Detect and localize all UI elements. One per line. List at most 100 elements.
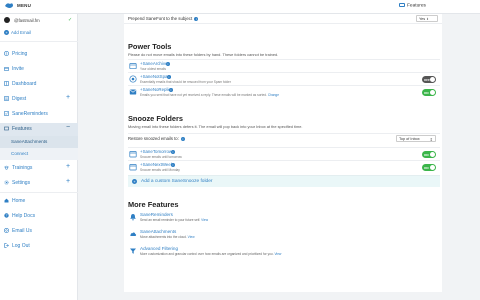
sidebar-item-email-us[interactable]: Email Us	[0, 225, 78, 238]
sanebox-logo-icon[interactable]	[4, 2, 14, 10]
sidebar-subitem-saneattachments[interactable]: SaneAttachments	[0, 136, 78, 148]
folder-description: Snooze emails until tomorrow	[140, 154, 182, 159]
view-link[interactable]: View	[274, 252, 281, 256]
avatar	[4, 17, 10, 23]
noreplies-toggle[interactable]: ON	[422, 89, 436, 96]
sidebar-item-label: Log Out	[12, 243, 30, 249]
sidebar-item-label: Trainings	[12, 165, 33, 171]
filter-icon	[130, 248, 136, 254]
menu-button[interactable]: MENU	[17, 3, 31, 8]
notspam-toggle[interactable]: OFF	[422, 76, 436, 83]
reminders-icon	[130, 214, 136, 221]
trainings-icon	[4, 165, 9, 170]
restore-label: Restore snoozed emails to: i	[128, 136, 185, 141]
invite-icon	[4, 67, 9, 71]
info-icon[interactable]: i	[194, 17, 199, 21]
sidebar-item-log-out[interactable]: Log Out	[0, 240, 78, 253]
sidebar-item-trainings[interactable]: Trainings +	[0, 162, 78, 175]
power-tools-heading: Power Tools	[128, 42, 172, 51]
add-snooze-folder-button[interactable]: + Add a custom SaneSnooze folder	[128, 175, 440, 187]
noreplies-icon	[129, 89, 137, 95]
home-icon	[4, 198, 9, 203]
folder-description: Snooze emails until Monday	[140, 167, 180, 172]
info-icon[interactable]: i	[166, 61, 170, 66]
feature-name-link[interactable]: Advanced Filtering	[140, 246, 178, 251]
features-icon	[4, 126, 9, 131]
snooze-description: Moving email into these folders defers i…	[128, 124, 303, 129]
sidebar-item-pricing[interactable]: $ Pricing	[0, 48, 78, 61]
sidebar-item-home[interactable]: Home	[0, 195, 78, 208]
info-icon[interactable]: i	[169, 87, 173, 92]
more-features-heading: More Features	[128, 200, 179, 209]
account-selector[interactable]: @fastmail.fm ✓	[4, 17, 76, 25]
calendar-icon	[129, 164, 137, 171]
collapse-icon[interactable]: −	[66, 124, 70, 131]
feature-description: Send an email reminder to your future se…	[140, 217, 208, 222]
sidebar-item-features[interactable]: Features −	[0, 123, 78, 136]
account-email: @fastmail.fm	[14, 18, 40, 23]
power-tool-row-archive: +SaneArchive i Your oldest emails	[128, 59, 440, 71]
folder-name: +SaneNextWeek	[140, 162, 173, 167]
add-email-label: Add Email	[11, 30, 32, 35]
expand-icon[interactable]: +	[66, 163, 70, 170]
restore-setting-row: Restore snoozed emails to: i Top of Inbo…	[128, 133, 440, 142]
add-snooze-folder-label: Add a custom SaneSnooze folder	[141, 179, 213, 184]
sidebar-item-label: Dashboard	[12, 81, 37, 87]
notspam-icon	[129, 75, 137, 83]
power-tools-description: Please do not move emails into these fol…	[128, 52, 279, 57]
pricing-icon: $	[4, 51, 9, 56]
sidebar-item-invite[interactable]: Invite	[0, 63, 78, 76]
info-icon[interactable]: i	[180, 137, 185, 141]
sidebar-item-dashboard[interactable]: Dashboard	[0, 78, 78, 91]
feature-description: More customization and granular control …	[140, 251, 282, 256]
tomorrow-toggle[interactable]: ON	[422, 151, 436, 158]
archive-icon	[129, 63, 137, 70]
nextweek-toggle[interactable]: ON	[422, 164, 436, 171]
sidebar-item-label: Help Docs	[12, 213, 36, 219]
sidebar-subitem-label: SaneAttachments	[11, 139, 48, 144]
sidebar-item-label: Digest	[12, 96, 27, 102]
calendar-icon	[129, 151, 137, 158]
plus-icon: +	[132, 179, 137, 184]
main-panel: Prepend SaneFont to the subject i Yes ⇕ …	[124, 14, 442, 292]
chevron-down-icon: ⇕	[429, 136, 433, 142]
sidebar-item-label: Pricing	[12, 51, 28, 57]
folder-name: +SaneArchive	[140, 61, 168, 66]
feature-name-link[interactable]: SaneAttachments	[140, 229, 176, 234]
divider	[0, 192, 78, 193]
logout-icon	[4, 243, 9, 248]
add-email-link[interactable]: + Add Email	[4, 30, 31, 35]
sidebar-item-sanereminders[interactable]: SaneReminders	[0, 108, 78, 121]
email-icon	[4, 228, 9, 233]
sidebar-item-digest[interactable]: Digest +	[0, 93, 78, 106]
feature-item-saneattachments: SaneAttachments Move attachments into th…	[128, 228, 440, 242]
features-tab[interactable]: Features	[399, 3, 426, 9]
power-tool-row-noreplies: +SaneNoReplies i Emails you sent that ha…	[128, 85, 440, 97]
info-icon[interactable]: i	[167, 74, 171, 79]
dashboard-icon	[4, 81, 9, 86]
help-icon: ?	[4, 213, 9, 218]
info-icon[interactable]: i	[171, 162, 175, 167]
feature-name-link[interactable]: SaneReminders	[140, 212, 173, 217]
change-link[interactable]: Change	[268, 93, 279, 97]
view-link[interactable]: View	[201, 218, 208, 222]
feature-description: Move attachments into the cloud. View	[140, 234, 195, 239]
features-tab-label: Features	[407, 3, 426, 9]
svg-text:$: $	[6, 52, 8, 56]
restore-select[interactable]: Top of Inbox ⇕	[396, 135, 436, 142]
sidebar-subitem-connect[interactable]: Connect	[0, 148, 78, 160]
info-icon[interactable]: i	[171, 149, 175, 154]
sidebar-item-settings[interactable]: Settings +	[0, 177, 78, 190]
feature-item-advanced-filtering: Advanced Filtering More customization an…	[128, 245, 440, 259]
sidebar-item-help-docs[interactable]: ? Help Docs	[0, 210, 78, 223]
plus-icon: +	[4, 30, 9, 35]
prepend-label: Prepend SaneFont to the subject i	[128, 16, 199, 21]
features-tab-icon	[399, 3, 405, 7]
expand-icon[interactable]: +	[66, 178, 70, 185]
divider	[0, 41, 78, 42]
prepend-select[interactable]: Yes ⇕	[416, 15, 438, 22]
expand-icon[interactable]: +	[66, 94, 70, 101]
view-link[interactable]: View	[188, 235, 195, 239]
folder-description: Emails you sent that have not yet receiv…	[140, 92, 279, 97]
sidebar-item-label: Features	[12, 126, 32, 132]
